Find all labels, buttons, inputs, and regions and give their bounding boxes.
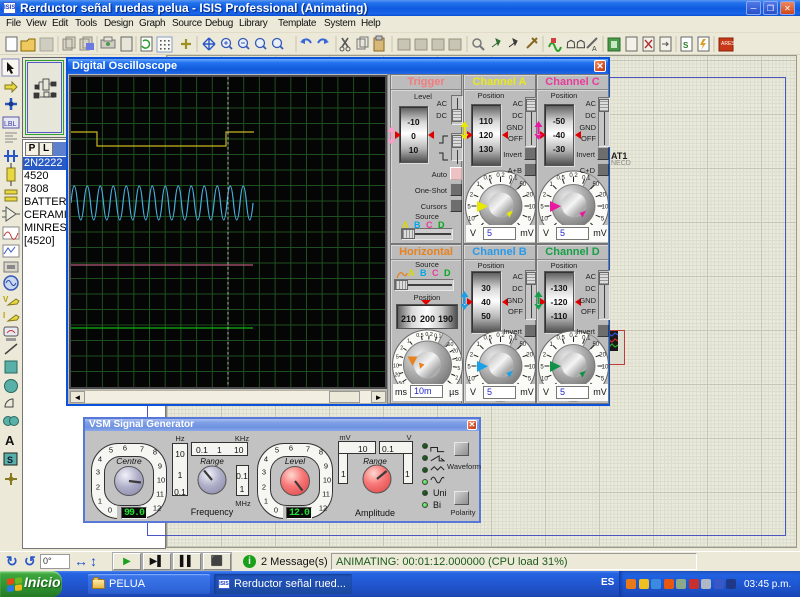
svg-text:10: 10 <box>393 364 399 370</box>
svg-text:11: 11 <box>156 490 164 499</box>
svg-text:9: 9 <box>324 462 328 471</box>
svg-text:2: 2 <box>96 483 100 492</box>
svg-text:4: 4 <box>264 455 268 464</box>
svg-text:11: 11 <box>322 490 330 499</box>
svg-text:7: 7 <box>306 445 310 454</box>
svg-text:20: 20 <box>526 192 533 198</box>
svg-text:5: 5 <box>396 354 399 360</box>
svg-text:0.1: 0.1 <box>509 176 518 182</box>
svg-text:☖☖: ☖☖ <box>566 39 586 51</box>
svg-text:2: 2 <box>262 483 266 492</box>
svg-text:10: 10 <box>323 476 331 485</box>
svg-text:20: 20 <box>452 349 458 355</box>
svg-text:1: 1 <box>264 497 268 506</box>
svg-text:0.1: 0.1 <box>509 336 518 342</box>
svg-text:2: 2 <box>400 345 403 351</box>
svg-text:50: 50 <box>592 182 599 188</box>
svg-text:12: 12 <box>153 504 161 513</box>
svg-text:10: 10 <box>455 357 461 363</box>
svg-text:10: 10 <box>529 205 536 211</box>
svg-text:0.2: 0.2 <box>425 332 432 338</box>
svg-text:20: 20 <box>599 352 606 358</box>
svg-text:0.5: 0.5 <box>557 336 566 342</box>
svg-text:20: 20 <box>394 373 400 379</box>
svg-text:5: 5 <box>275 446 279 455</box>
svg-text:V: V <box>3 295 9 304</box>
svg-text:9: 9 <box>158 462 162 471</box>
svg-text:8: 8 <box>319 448 323 457</box>
svg-text:50: 50 <box>448 342 454 348</box>
svg-text:0.5: 0.5 <box>484 176 493 182</box>
svg-text:50: 50 <box>519 342 526 348</box>
svg-text:LBL: LBL <box>4 121 17 128</box>
svg-text:I: I <box>3 311 5 320</box>
svg-text:10: 10 <box>541 377 548 383</box>
svg-text:ARES: ARES <box>721 41 735 47</box>
svg-text:0: 0 <box>108 506 112 515</box>
svg-text:50: 50 <box>592 342 599 348</box>
svg-text:5: 5 <box>457 366 460 372</box>
svg-text:1: 1 <box>407 338 410 344</box>
svg-text:3: 3 <box>262 468 266 477</box>
svg-text:10: 10 <box>468 377 475 383</box>
svg-text:10: 10 <box>468 217 475 223</box>
svg-text:0.1: 0.1 <box>582 336 591 342</box>
svg-text:S: S <box>7 455 13 465</box>
svg-text:A: A <box>5 433 15 448</box>
svg-text:10: 10 <box>157 476 165 485</box>
svg-text:3: 3 <box>96 468 100 477</box>
svg-text:10: 10 <box>602 365 609 371</box>
svg-text:10: 10 <box>602 205 609 211</box>
svg-text:0.1: 0.1 <box>582 176 591 182</box>
svg-text:0: 0 <box>274 506 278 515</box>
svg-text:0.1: 0.1 <box>434 334 441 340</box>
svg-text:12: 12 <box>319 504 327 513</box>
svg-text:2: 2 <box>455 375 458 381</box>
svg-text:A: A <box>592 46 597 53</box>
svg-text:5: 5 <box>109 446 113 455</box>
svg-text:10: 10 <box>529 365 536 371</box>
svg-text:S: S <box>683 41 689 50</box>
svg-text:6: 6 <box>123 444 127 453</box>
svg-text:20: 20 <box>599 192 606 198</box>
svg-text:8: 8 <box>153 448 157 457</box>
svg-text:0.5: 0.5 <box>484 336 493 342</box>
svg-text:4: 4 <box>98 455 102 464</box>
svg-text:20: 20 <box>526 352 533 358</box>
svg-text:10: 10 <box>541 217 548 223</box>
svg-text:7: 7 <box>140 445 144 454</box>
svg-text:0.5: 0.5 <box>416 333 423 339</box>
svg-text:6: 6 <box>289 444 293 453</box>
svg-text:1: 1 <box>98 497 102 506</box>
svg-text:0.5: 0.5 <box>557 176 566 182</box>
svg-text:50: 50 <box>519 182 526 188</box>
